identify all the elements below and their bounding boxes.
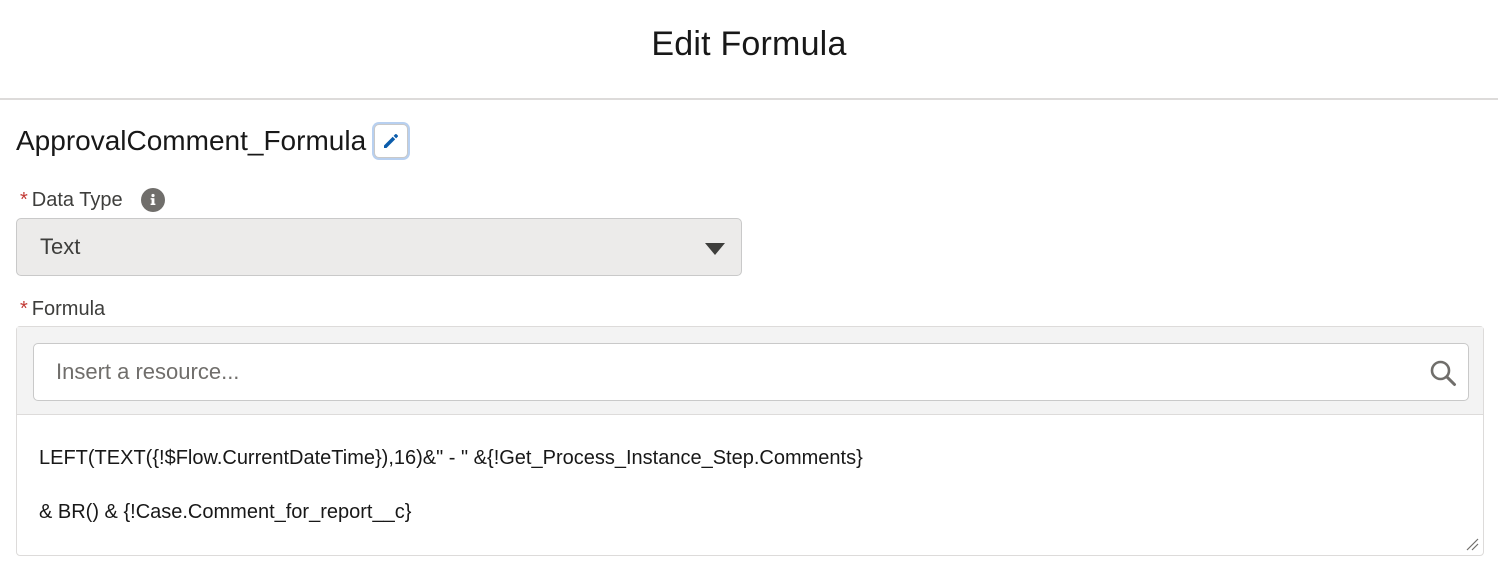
modal-title: Edit Formula xyxy=(651,24,847,63)
formula-textarea[interactable]: LEFT(TEXT({!$Flow.CurrentDateTime}),16)&… xyxy=(39,445,1453,526)
formula-blank-line xyxy=(39,472,1453,499)
data-type-label-row: * Data Type xyxy=(20,188,165,212)
formula-label: Formula xyxy=(31,298,106,320)
required-marker: * xyxy=(20,298,28,320)
search-icon[interactable] xyxy=(1428,358,1458,388)
data-type-select[interactable]: Text xyxy=(16,218,742,276)
required-marker: * xyxy=(20,188,28,211)
info-glyph xyxy=(150,193,156,205)
formula-editor: LEFT(TEXT({!$Flow.CurrentDateTime}),16)&… xyxy=(16,326,1484,556)
resource-search-input[interactable] xyxy=(34,344,1468,400)
modal-header: Edit Formula xyxy=(0,0,1498,100)
data-type-label: Data Type xyxy=(31,188,123,211)
resource-api-name: ApprovalComment_Formula xyxy=(16,125,367,156)
formula-toolbar xyxy=(17,327,1483,415)
resize-handle-icon[interactable] xyxy=(1465,537,1479,551)
formula-line-2: & BR() & {!Case.Comment_for_report__c} xyxy=(39,501,412,523)
resource-search-box xyxy=(33,343,1469,401)
edit-name-button[interactable] xyxy=(374,124,409,158)
data-type-selected-value: Text xyxy=(40,234,81,259)
chevron-down-icon xyxy=(705,243,725,255)
info-icon[interactable] xyxy=(140,188,165,212)
pencil-icon xyxy=(384,134,399,148)
resource-name-row: ApprovalComment_Formula xyxy=(16,124,409,158)
formula-line-1: LEFT(TEXT({!$Flow.CurrentDateTime}),16)&… xyxy=(39,447,863,469)
formula-label-row: * Formula xyxy=(20,298,105,321)
